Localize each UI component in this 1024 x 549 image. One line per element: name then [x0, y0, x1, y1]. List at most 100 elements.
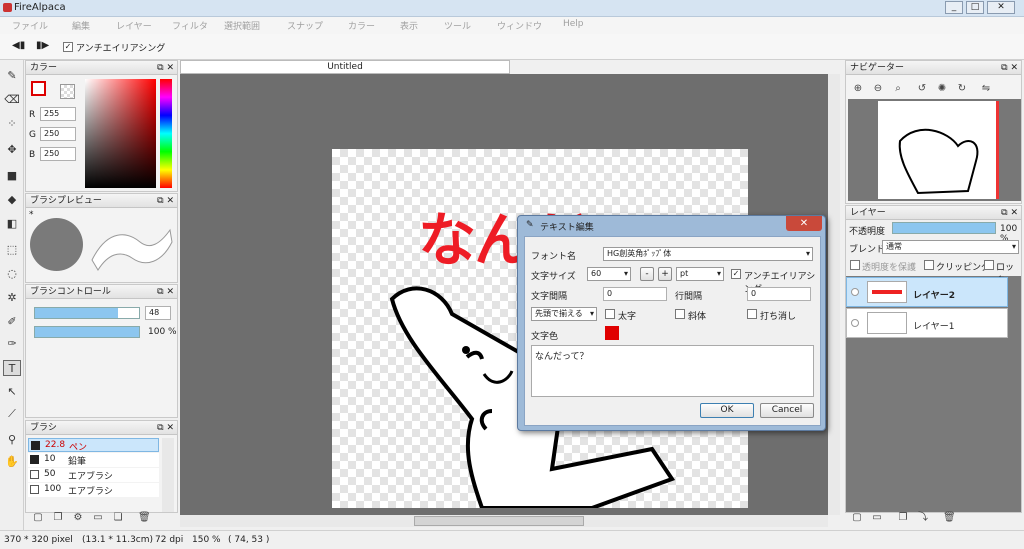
bucket-tool-icon[interactable]: ◆ [3, 192, 21, 208]
prev-icon[interactable]: ◀▮ [12, 40, 25, 51]
panel-close-icon[interactable]: ⧉ ✕ [1001, 61, 1018, 75]
new-folder-icon[interactable]: ▭ [871, 512, 883, 524]
brush-list-scrollbar[interactable] [162, 438, 174, 512]
size-decrease-button[interactable]: - [640, 267, 654, 281]
text-tool-icon[interactable]: T [3, 360, 21, 376]
menu-filter[interactable]: フィルタ [172, 19, 208, 32]
operation-tool-icon[interactable]: ↖ [3, 384, 21, 400]
hue-slider[interactable] [160, 79, 172, 188]
r-input[interactable]: 255 [40, 107, 76, 121]
flip-icon[interactable]: ⇋ [980, 83, 992, 95]
menu-layer[interactable]: レイヤー [116, 19, 152, 32]
strike-checkbox[interactable] [747, 309, 757, 319]
navigator-preview[interactable] [848, 99, 1021, 201]
folder-icon[interactable]: ▭ [92, 512, 104, 524]
layer-row[interactable]: レイヤー2 [846, 277, 1008, 307]
menu-help[interactable]: Help [563, 19, 584, 29]
brush-size-input[interactable]: 48 [145, 306, 171, 320]
menu-window[interactable]: ウィンドウ [497, 19, 542, 32]
brush-item[interactable]: 22.8 ペン [28, 438, 159, 453]
size-combo[interactable]: 60 ▾ [587, 267, 631, 281]
panel-close-icon[interactable]: ⧉ ✕ [157, 285, 174, 299]
menu-file[interactable]: ファイル [12, 19, 48, 32]
trash-icon[interactable]: 🗑 [138, 512, 151, 524]
protect-alpha-checkbox[interactable] [850, 260, 860, 270]
g-input[interactable]: 250 [40, 127, 76, 141]
vertical-scrollbar[interactable] [828, 74, 840, 515]
line-spacing-input[interactable]: 0 [747, 287, 811, 301]
bold-checkbox[interactable] [605, 309, 615, 319]
scrollbar-thumb[interactable] [414, 516, 584, 526]
merge-layer-icon[interactable]: ⤵ [917, 512, 929, 524]
select-tool-icon[interactable]: ⬚ [3, 242, 21, 258]
clipping-checkbox[interactable] [924, 260, 934, 270]
foreground-color-swatch[interactable] [31, 81, 46, 96]
copy-icon[interactable]: ❏ [112, 512, 124, 524]
eyedropper-tool-icon[interactable]: ⚲ [3, 432, 21, 448]
spacing-input[interactable]: 0 [603, 287, 667, 301]
menu-snap[interactable]: スナップ [287, 19, 323, 32]
panel-close-icon[interactable]: ⧉ ✕ [157, 421, 174, 435]
duplicate-brush-icon[interactable]: ❐ [52, 512, 64, 524]
eraser-tool-icon[interactable]: ⌫ [3, 92, 21, 108]
unit-select[interactable]: pt ▾ [676, 267, 724, 281]
panel-close-icon[interactable]: ⧉ ✕ [157, 194, 174, 208]
menu-tool[interactable]: ツール [444, 19, 471, 32]
lock-checkbox[interactable] [984, 260, 994, 270]
minimize-button[interactable]: _ [945, 1, 963, 14]
document-tab[interactable]: Untitled [180, 60, 510, 74]
brush-settings-icon[interactable]: ⚙ [72, 512, 84, 524]
cancel-button[interactable]: Cancel [760, 403, 814, 418]
dot-tool-icon[interactable]: ⁘ [3, 116, 21, 132]
lasso-tool-icon[interactable]: ◌ [3, 266, 21, 282]
font-select[interactable]: HG創英角ﾎﾟｯﾌﾟ体 ▾ [603, 247, 813, 261]
brush-size-slider[interactable] [34, 307, 140, 319]
panel-close-icon[interactable]: ⧉ ✕ [1001, 206, 1018, 220]
pen-tool-icon[interactable]: ✎ [3, 68, 21, 84]
menu-selection[interactable]: 選択範囲 [224, 19, 260, 32]
new-brush-icon[interactable]: ▢ [32, 512, 44, 524]
brush-item[interactable]: 100 エアブラシ [28, 483, 159, 497]
brush-item[interactable]: 50 エアブラシ [28, 468, 159, 482]
zoom-fit-icon[interactable]: ⌕ [892, 83, 904, 95]
rotate-right-icon[interactable]: ↻ [956, 83, 968, 95]
dialog-antialias-checkbox[interactable]: ✓ [731, 269, 741, 279]
select-pen-tool-icon[interactable]: ✐ [3, 314, 21, 330]
visibility-icon[interactable] [851, 319, 859, 327]
menu-view[interactable]: 表示 [400, 19, 418, 32]
rotate-left-icon[interactable]: ↺ [916, 83, 928, 95]
magic-wand-tool-icon[interactable]: ✲ [3, 290, 21, 306]
zoom-out-icon[interactable]: ⊖ [872, 83, 884, 95]
layer-row[interactable]: レイヤー1 [846, 308, 1008, 338]
move-tool-icon[interactable]: ✥ [3, 142, 21, 158]
next-icon[interactable]: ▮▶ [36, 40, 49, 51]
select-eraser-tool-icon[interactable]: ✑ [3, 336, 21, 352]
blend-select[interactable]: 通常 ▾ [882, 240, 1019, 254]
duplicate-layer-icon[interactable]: ❐ [897, 512, 909, 524]
horizontal-scrollbar[interactable] [180, 515, 828, 527]
brush-opacity-slider[interactable] [34, 326, 140, 338]
new-layer-icon[interactable]: ▢ [851, 512, 863, 524]
saturation-value-picker[interactable] [85, 79, 156, 188]
background-color-swatch[interactable] [60, 84, 75, 99]
divide-tool-icon[interactable]: ⟋ [3, 406, 21, 422]
menu-edit[interactable]: 編集 [72, 19, 90, 32]
brush-item[interactable]: 10 鉛筆 [28, 453, 159, 467]
antialias-checkbox[interactable]: ✓ [63, 42, 73, 52]
dialog-close-button[interactable]: ✕ [786, 216, 822, 231]
text-content-area[interactable]: なんだって？ [531, 345, 814, 397]
fill-rect-tool-icon[interactable]: ■ [3, 168, 21, 184]
text-color-swatch[interactable] [605, 326, 619, 340]
layer-opacity-slider[interactable] [892, 222, 996, 234]
zoom-in-icon[interactable]: ⊕ [852, 83, 864, 95]
b-input[interactable]: 250 [40, 147, 76, 161]
gradient-tool-icon[interactable]: ◧ [3, 216, 21, 232]
delete-layer-icon[interactable]: 🗑 [943, 512, 956, 524]
close-button[interactable]: ✕ [987, 1, 1015, 14]
italic-checkbox[interactable] [675, 309, 685, 319]
hand-tool-icon[interactable]: ✋ [3, 454, 21, 470]
visibility-icon[interactable] [851, 288, 859, 296]
ok-button[interactable]: OK [700, 403, 754, 418]
size-increase-button[interactable]: + [658, 267, 672, 281]
maximize-button[interactable]: □ [966, 1, 984, 14]
